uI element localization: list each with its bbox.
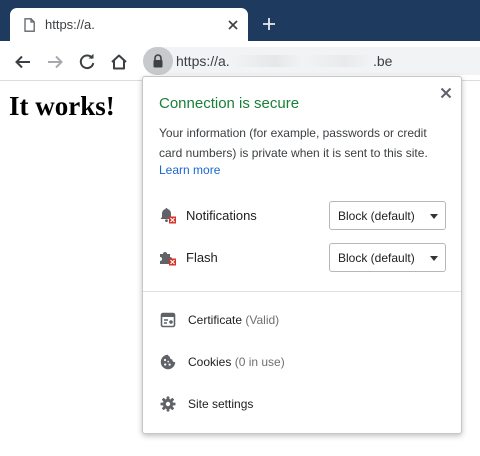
plus-icon[interactable]	[262, 17, 276, 31]
close-icon[interactable]	[439, 86, 453, 100]
item-label: Certificate (Valid)	[188, 313, 280, 327]
site-settings-item[interactable]: Site settings	[143, 390, 463, 420]
address-bar[interactable]: https://a. .be	[143, 47, 480, 75]
tab-strip: https://a.	[0, 0, 480, 41]
forward-arrow-icon	[48, 55, 63, 69]
divider	[143, 291, 461, 292]
connection-description: Your information (for example, passwords…	[159, 126, 428, 160]
learn-more-link[interactable]: Learn more	[159, 163, 220, 177]
site-info-button[interactable]	[143, 47, 173, 75]
dropdown-arrow-icon	[430, 214, 438, 219]
blocked-plugin-icon	[160, 252, 176, 266]
tab-title-fade	[190, 14, 220, 34]
permission-row-notifications: Notifications Block (default)	[143, 201, 463, 231]
home-icon[interactable]	[110, 53, 128, 71]
url-redacted	[233, 55, 373, 67]
tab-title: https://a.	[45, 17, 95, 32]
page-heading: It works!	[9, 91, 115, 121]
url-text-end: .be	[373, 53, 393, 69]
permission-label: Flash	[186, 250, 218, 265]
cookies-item[interactable]: Cookies (0 in use)	[143, 348, 463, 378]
permission-row-flash: Flash Block (default)	[143, 243, 463, 273]
item-detail: (0 in use)	[234, 355, 285, 369]
select-value: Block (default)	[338, 251, 415, 265]
close-icon[interactable]	[227, 19, 239, 31]
permission-label: Notifications	[186, 208, 257, 223]
back-arrow-icon[interactable]	[14, 53, 32, 71]
reload-icon[interactable]	[78, 53, 96, 71]
notifications-permission-select[interactable]: Block (default)	[329, 201, 446, 230]
flash-permission-select[interactable]: Block (default)	[329, 243, 446, 272]
browser-toolbar: https://a. .be	[0, 41, 480, 81]
connection-status-title: Connection is secure	[159, 95, 300, 112]
item-label: Cookies (0 in use)	[188, 355, 285, 369]
certificate-icon	[160, 312, 176, 328]
cookie-icon	[160, 354, 176, 370]
blocked-notifications-icon	[160, 208, 176, 224]
certificate-item[interactable]: Certificate (Valid)	[143, 306, 463, 336]
gear-icon	[160, 396, 176, 412]
lock-icon	[153, 54, 163, 68]
site-info-popup: Connection is secure Your information (f…	[142, 76, 462, 434]
url-text-start: https://a.	[176, 53, 230, 69]
browser-tab[interactable]: https://a.	[10, 8, 248, 41]
dropdown-arrow-icon	[430, 256, 438, 261]
item-detail: (Valid)	[245, 313, 280, 327]
page-icon	[24, 18, 35, 32]
select-value: Block (default)	[338, 209, 415, 223]
item-label: Site settings	[188, 397, 254, 411]
